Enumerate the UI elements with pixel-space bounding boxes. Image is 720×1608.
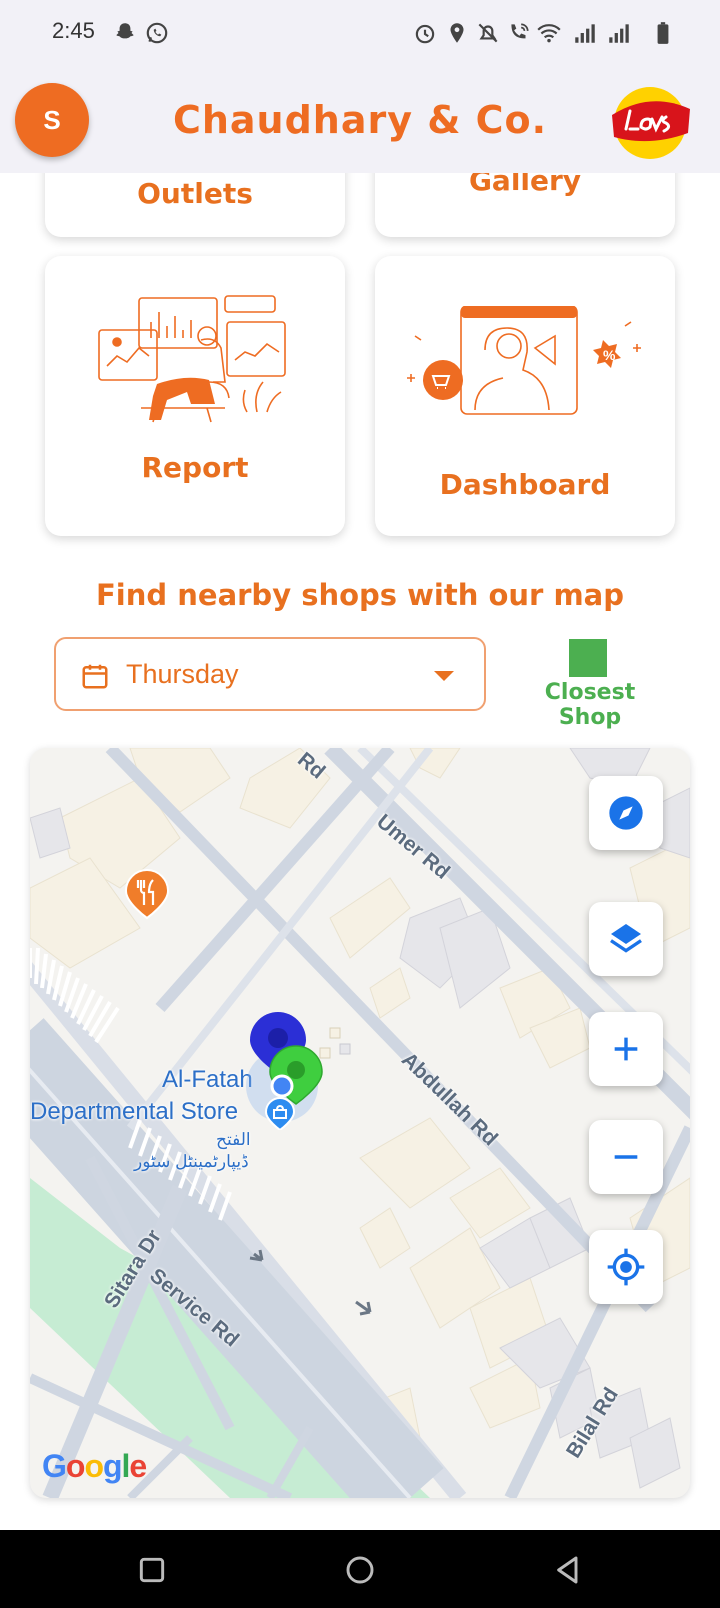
whatsapp-icon	[146, 22, 168, 44]
recents-icon[interactable]	[136, 1554, 168, 1586]
compass-button[interactable]	[589, 776, 663, 850]
calendar-icon	[82, 664, 108, 689]
store-name-urdu-line1: الفتح	[216, 1130, 251, 1149]
report-illustration	[98, 295, 286, 423]
dashboard-illustration: %	[407, 306, 641, 415]
layers-icon	[610, 924, 642, 953]
alarm-icon	[415, 24, 435, 44]
report-card[interactable]: Report	[45, 256, 345, 536]
map-view[interactable]: Rd Umer Rd Abdullah Rd Sitara Dr Service…	[30, 748, 690, 1498]
closest-shop-swatch	[569, 639, 607, 677]
mute-icon	[478, 23, 498, 43]
map-section-title: Find nearby shops with our map	[96, 578, 624, 612]
snapchat-icon	[116, 23, 134, 39]
my-location-button[interactable]	[589, 1230, 663, 1304]
outlets-label: Outlets	[137, 177, 253, 210]
zoom-out-icon	[614, 1155, 638, 1159]
restaurant-icon	[124, 868, 170, 920]
day-select[interactable]: Thursday	[54, 637, 486, 711]
back-icon[interactable]	[552, 1554, 584, 1586]
layers-button[interactable]	[589, 902, 663, 976]
svg-text:%: %	[603, 347, 616, 363]
dashboard-card[interactable]: % Dashboard	[375, 256, 675, 536]
zoom-in-button[interactable]	[589, 1012, 663, 1086]
location-icon	[450, 23, 464, 43]
signal-icon	[575, 24, 595, 43]
compass-icon	[609, 796, 643, 830]
signal-icon	[609, 24, 629, 43]
wifi-icon	[537, 24, 561, 43]
my-location-icon	[607, 1248, 645, 1286]
app-header-front: S Chaudhary & Co.	[0, 68, 720, 173]
store-name-line2: Departmental Store	[30, 1098, 239, 1125]
battery-icon	[657, 22, 669, 44]
store-name-urdu-line2: ڈیپارٹمینٹل سٹور	[134, 1152, 249, 1171]
navigation-bar	[0, 1530, 720, 1608]
report-label: Report	[141, 451, 249, 484]
brand-logo	[612, 87, 690, 159]
dashboard-label: Dashboard	[439, 468, 611, 501]
day-select-value: Thursday	[126, 659, 239, 689]
shop-markers	[246, 1012, 323, 1130]
zoom-out-button[interactable]	[589, 1120, 663, 1194]
google-logo: Google	[42, 1448, 147, 1484]
closest-shop-label: Closest Shop	[544, 680, 636, 730]
wifi-call-icon	[511, 23, 529, 39]
zoom-in-icon	[614, 1037, 638, 1061]
status-bar: 2:45	[0, 0, 720, 68]
status-time: 2:45	[52, 18, 95, 43]
home-icon[interactable]	[344, 1554, 376, 1586]
chevron-down-icon	[434, 671, 454, 681]
